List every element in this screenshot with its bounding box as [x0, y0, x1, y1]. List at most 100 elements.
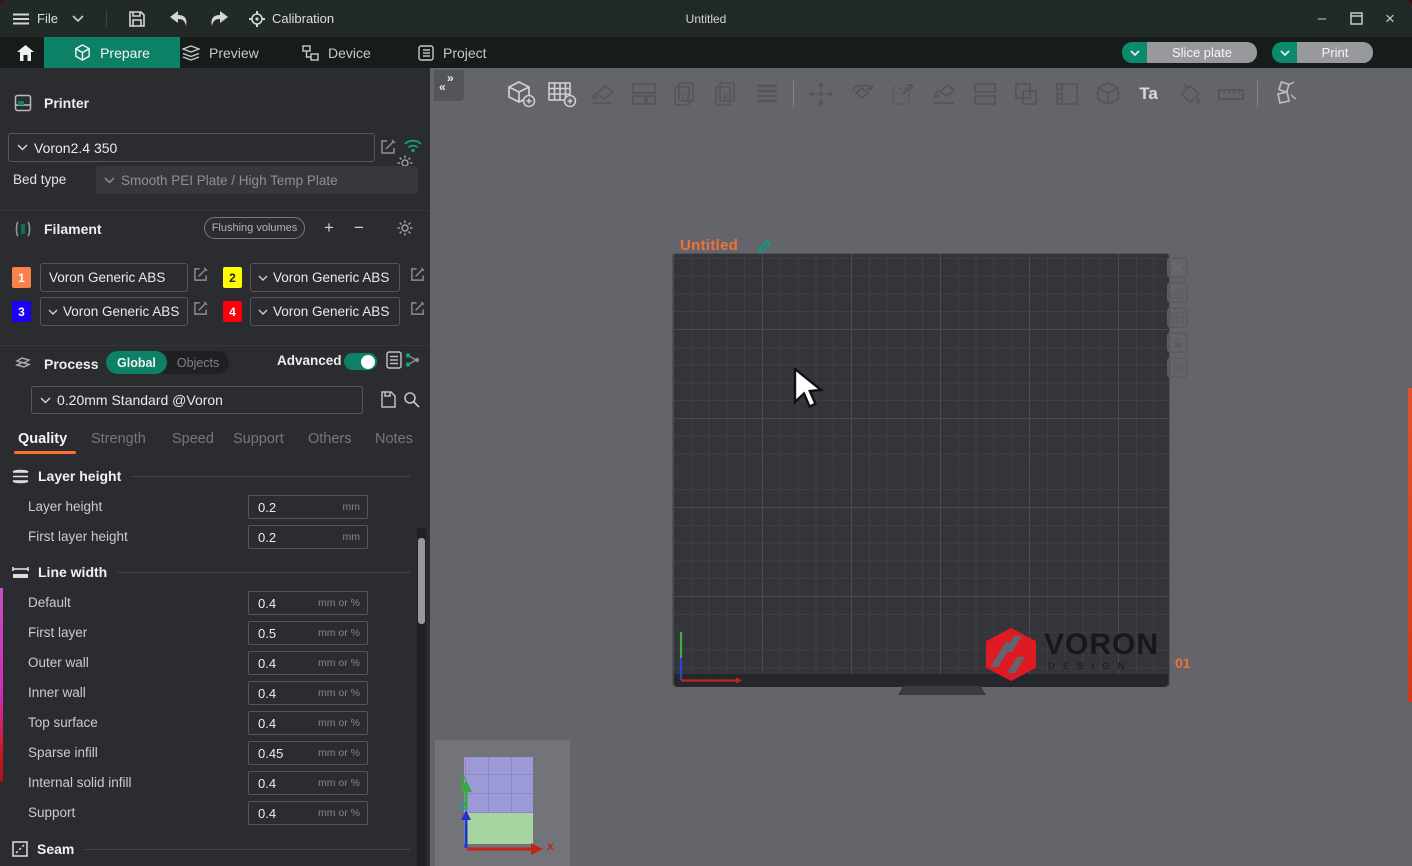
filament-2-select[interactable]: Voron Generic ABS [250, 263, 400, 292]
line-width-internal-solid-input[interactable]: 0.4mm or % [248, 771, 368, 795]
arrange-button[interactable] [623, 75, 664, 113]
collapse-panel-button[interactable]: » « [434, 70, 464, 101]
tab-project[interactable]: Project [418, 37, 487, 68]
advanced-toggle[interactable] [344, 353, 377, 370]
tab-quality[interactable]: Quality [18, 425, 67, 453]
scale-button[interactable] [882, 75, 923, 113]
wifi-icon [404, 138, 422, 153]
slice-plate-button[interactable]: Slice plate [1122, 42, 1257, 63]
tab-notes[interactable]: Notes [375, 425, 413, 453]
split-to-parts-button[interactable] [1005, 75, 1046, 113]
printer-section-header: Printer [0, 85, 430, 121]
move-button[interactable] [800, 75, 841, 113]
edit-filament-3-button[interactable] [193, 301, 208, 316]
close-button[interactable]: × [1373, 0, 1407, 37]
rotate-button[interactable] [841, 75, 882, 113]
settings-scrollbar-thumb[interactable] [418, 538, 425, 624]
layer-height-input[interactable]: 0.2 mm [248, 495, 368, 519]
printer-select[interactable]: Voron2.4 350 [8, 133, 375, 162]
arrange-plate-button[interactable] [1167, 307, 1188, 328]
tab-strength[interactable]: Strength [91, 425, 146, 453]
lay-on-face-button[interactable] [923, 75, 964, 113]
print-button[interactable]: Print [1272, 42, 1373, 63]
auto-orient-button[interactable] [582, 75, 623, 113]
measure-button[interactable] [1210, 75, 1251, 113]
mesh-boolean-button[interactable] [1087, 75, 1128, 113]
line-width-support-input[interactable]: 0.4mm or % [248, 801, 368, 825]
edit-filament-4-button[interactable] [410, 301, 425, 316]
printer-connection-button[interactable] [404, 138, 422, 153]
variable-layer-height-button[interactable] [1046, 75, 1087, 113]
filament-4-select[interactable]: Voron Generic ABS [250, 297, 400, 326]
paste-objects-button[interactable]: P [705, 75, 746, 113]
setting-value: 0.4 [258, 806, 276, 821]
color-paint-button[interactable] [1169, 75, 1210, 113]
home-button[interactable] [8, 37, 42, 68]
plate-settings-button[interactable] [1167, 357, 1188, 378]
remove-filament-button[interactable]: − [350, 218, 368, 238]
split-to-objects-button[interactable] [964, 75, 1005, 113]
advanced-label: Advanced [277, 353, 342, 368]
line-width-sparse-infill-input[interactable]: 0.45mm or % [248, 741, 368, 765]
filament-4-swatch[interactable]: 4 [223, 301, 242, 322]
setting-unit: mm or % [318, 627, 360, 639]
filament-1-swatch[interactable]: 1 [12, 267, 31, 288]
tab-device[interactable]: Device [302, 37, 371, 68]
add-plate-button[interactable] [541, 75, 582, 113]
line-width-inner-wall-input[interactable]: 0.4mm or % [248, 681, 368, 705]
parameter-table-button[interactable] [386, 351, 402, 369]
line-width-default-input[interactable]: 0.4mm or % [248, 591, 368, 615]
process-preset-select[interactable]: 0.20mm Standard @Voron [31, 386, 363, 414]
paste-badge: P [723, 92, 730, 104]
filament-settings-button[interactable] [396, 219, 414, 237]
filament-2-swatch[interactable]: 2 [223, 267, 242, 288]
filament-3-select[interactable]: Voron Generic ABS [40, 297, 188, 326]
line-width-outer-wall-input[interactable]: 0.4mm or % [248, 651, 368, 675]
scope-objects-button[interactable]: Objects [167, 356, 229, 370]
setting-label: Outer wall [28, 655, 89, 670]
plate-arrange-icon [1171, 312, 1184, 324]
tab-preview[interactable]: Preview [182, 37, 259, 68]
print-options-dropdown[interactable] [1272, 42, 1297, 63]
lock-plate-button[interactable] [1167, 332, 1188, 353]
build-plate[interactable] [672, 253, 1170, 687]
tab-speed[interactable]: Speed [172, 425, 214, 453]
tab-others[interactable]: Others [308, 425, 352, 453]
mouse-cursor [793, 368, 825, 412]
flushing-volumes-button[interactable]: Flushing volumes [204, 217, 305, 239]
save-preset-button[interactable] [381, 391, 396, 408]
delete-plate-button[interactable] [1167, 257, 1188, 278]
filament-3-swatch[interactable]: 3 [12, 301, 31, 322]
layer-height-icon [12, 469, 29, 484]
layers-stack-button[interactable] [746, 75, 787, 113]
filament-3-name: Voron Generic ABS [63, 304, 179, 319]
search-icon [403, 391, 420, 408]
first-layer-height-input[interactable]: 0.2 mm [248, 525, 368, 549]
tab-support[interactable]: Support [233, 425, 284, 453]
object-mini-preview[interactable]: y z x [435, 740, 570, 866]
orient-plate-button[interactable] [1167, 282, 1188, 303]
add-object-button[interactable] [500, 75, 541, 113]
copy-objects-button[interactable]: 0 [664, 75, 705, 113]
minimize-button[interactable]: – [1305, 0, 1339, 37]
tab-prepare[interactable]: Prepare [44, 37, 180, 68]
search-settings-button[interactable] [403, 391, 420, 408]
line-width-top-surface-input[interactable]: 0.4mm or % [248, 711, 368, 735]
line-width-first-layer-input[interactable]: 0.5mm or % [248, 621, 368, 645]
process-workflow-button[interactable] [405, 352, 420, 368]
add-filament-button[interactable]: + [320, 218, 338, 238]
assembly-view-button[interactable] [1264, 75, 1305, 113]
edit-filament-1-button[interactable] [193, 267, 208, 282]
text-tool-button[interactable]: Ta [1128, 75, 1169, 113]
rename-plate-button[interactable] [758, 240, 771, 253]
edit-printer-button[interactable] [380, 139, 396, 155]
maximize-button[interactable] [1339, 0, 1373, 37]
slice-options-dropdown[interactable] [1122, 42, 1147, 63]
filament-1-select[interactable]: Voron Generic ABS [40, 263, 188, 292]
edit-filament-2-button[interactable] [410, 267, 425, 282]
plate-number: 01 [1175, 655, 1191, 671]
chevrons-icon: » [447, 71, 454, 85]
bed-type-select[interactable]: Smooth PEI Plate / High Temp Plate [96, 166, 418, 194]
scope-global-button[interactable]: Global [106, 351, 167, 374]
build-plate-notch [898, 686, 986, 695]
